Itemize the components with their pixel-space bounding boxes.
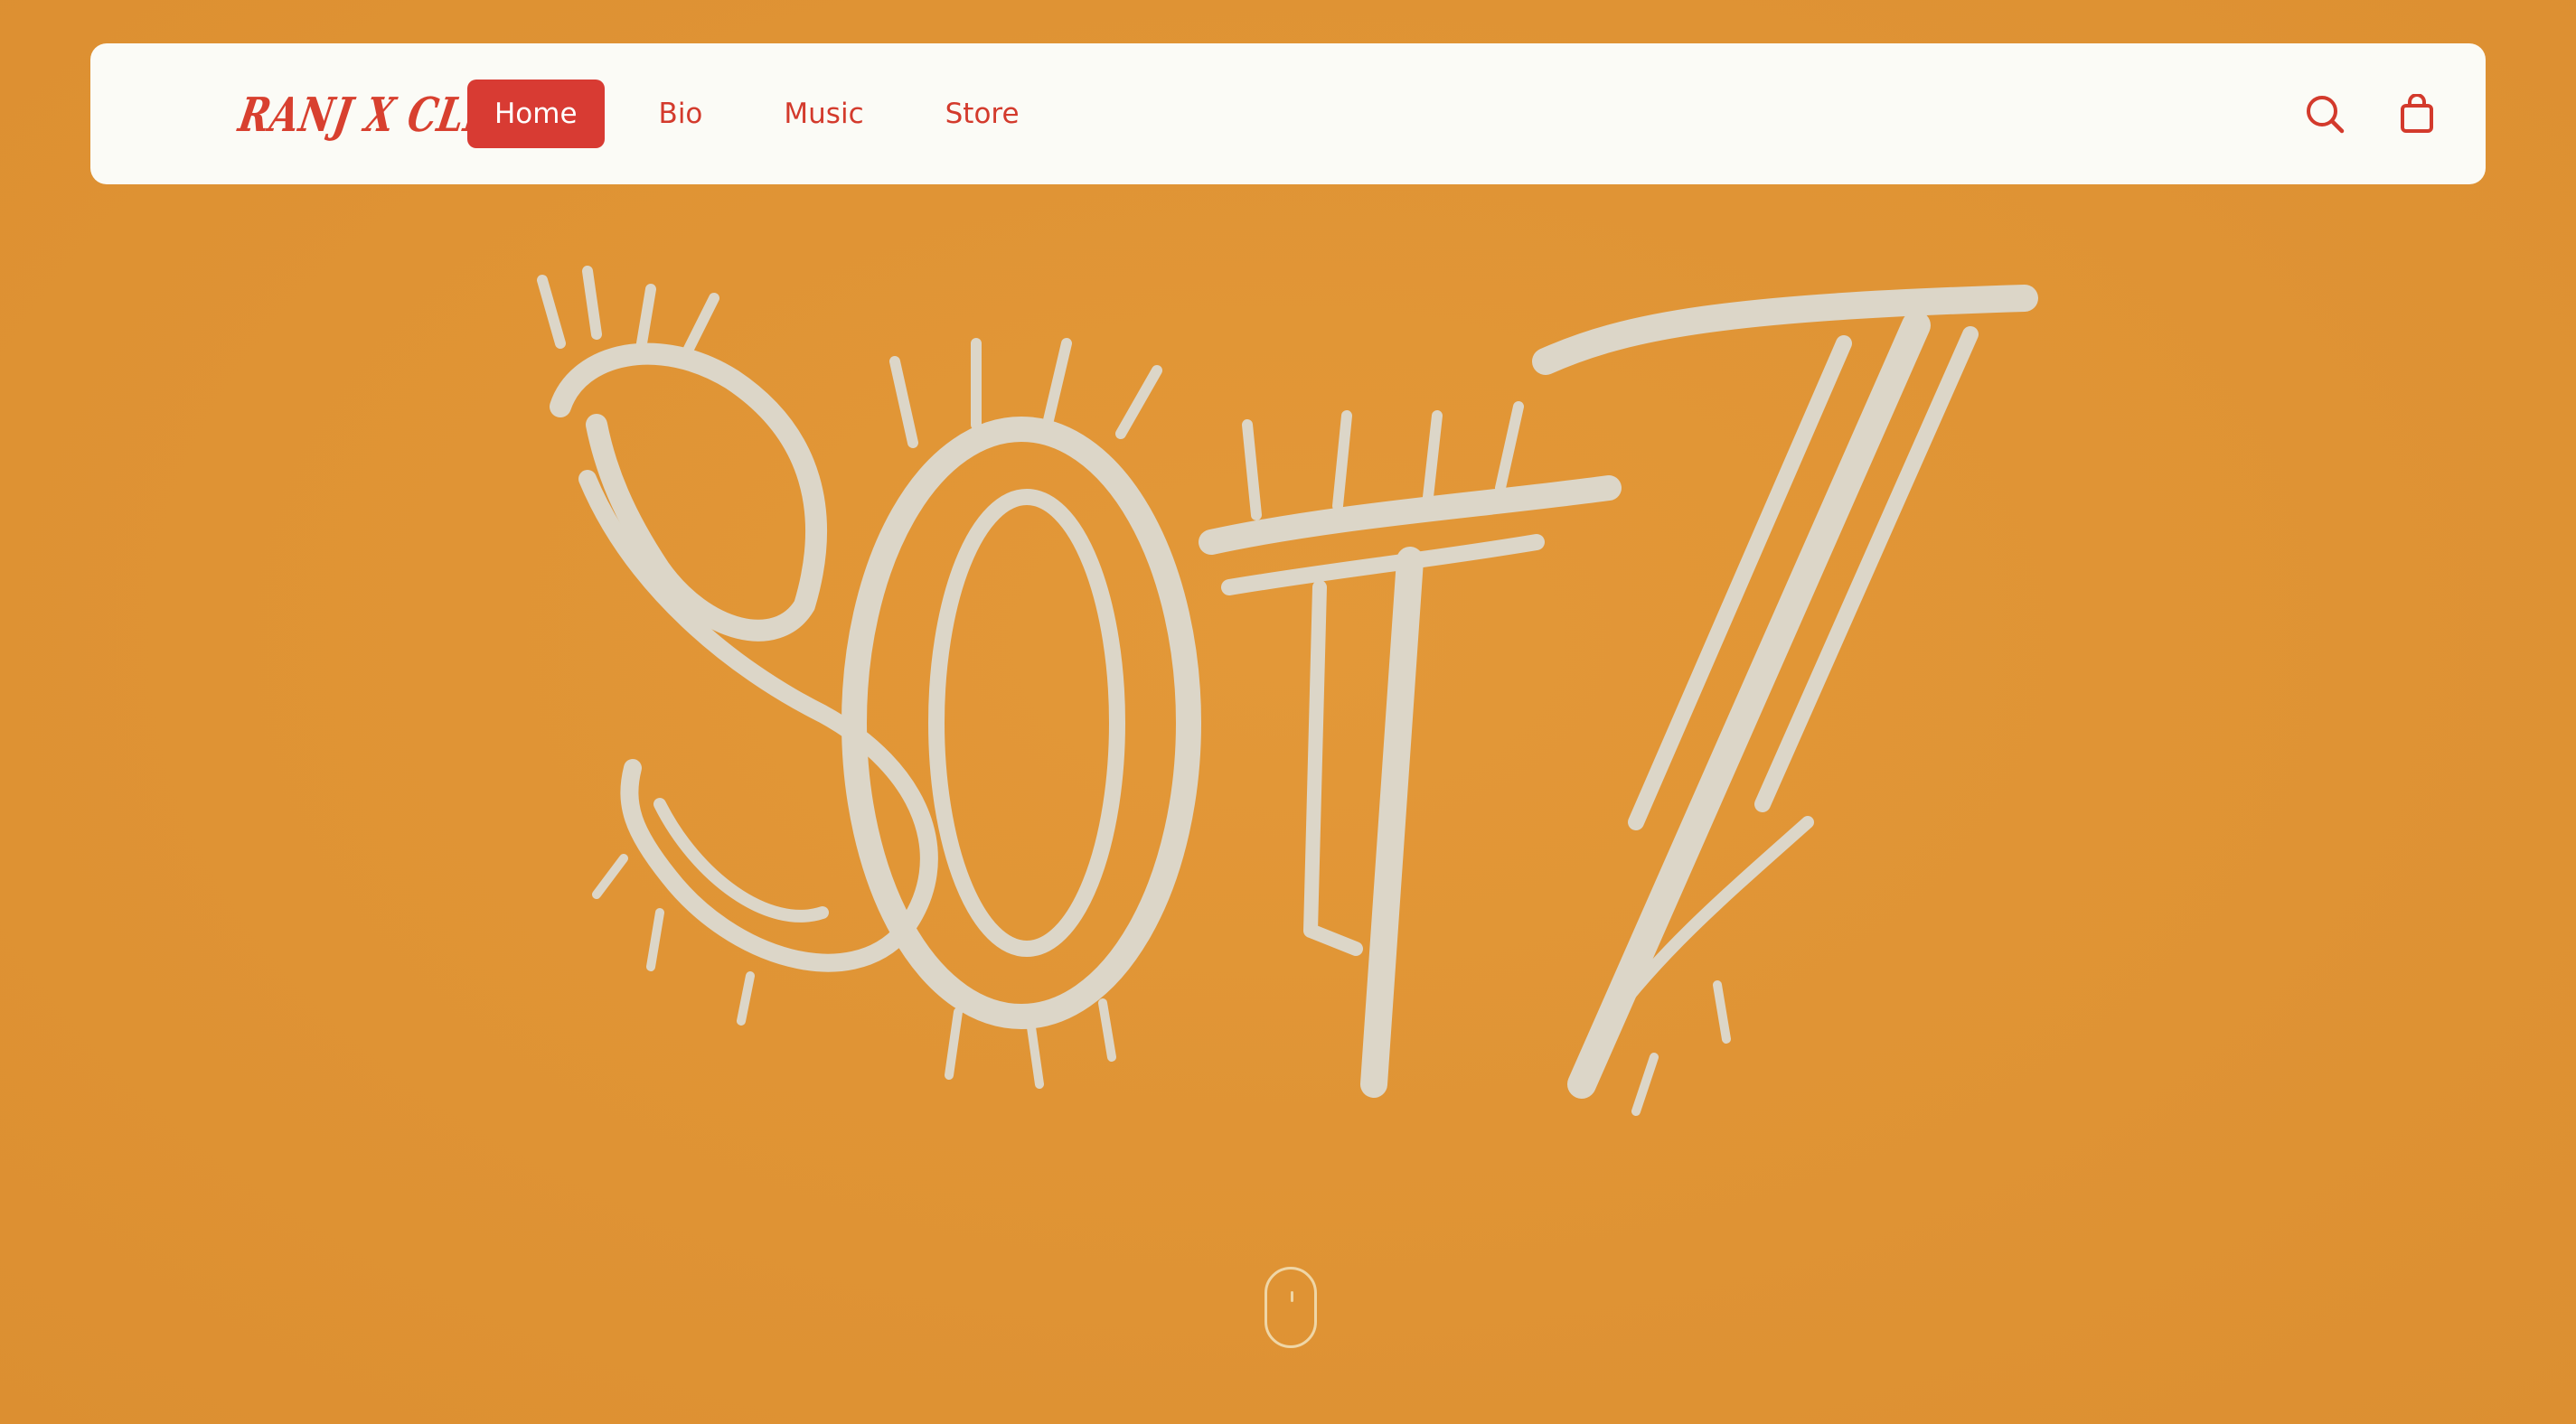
search-icon	[2307, 96, 2345, 134]
hero-artwork	[524, 244, 2052, 1184]
navbar: RANJ X CLIFR Home Bio Music Store	[90, 43, 2486, 184]
scroll-down-indicator[interactable]	[1264, 1267, 1317, 1348]
graffiti-letter-t-1	[1199, 401, 1622, 1098]
search-button[interactable]	[2299, 89, 2350, 139]
graffiti-letter-t-2	[1532, 285, 2038, 1116]
sott-graffiti-artwork	[537, 266, 2038, 1116]
cart-button[interactable]	[2392, 89, 2442, 139]
nav-item-home[interactable]: Home	[467, 80, 605, 148]
page: RANJ X CLIFR Home Bio Music Store	[0, 0, 2576, 1424]
mouse-scroll-icon	[1291, 1291, 1293, 1302]
brand-logo[interactable]: RANJ X CLIFR	[234, 87, 546, 145]
nav-item-music[interactable]: Music	[757, 80, 890, 148]
nav-item-store[interactable]: Store	[918, 80, 1047, 148]
main-nav: Home Bio Music Store	[467, 80, 1074, 148]
nav-actions	[2258, 89, 2442, 139]
graffiti-letter-o	[841, 338, 1201, 1089]
nav-item-bio[interactable]: Bio	[632, 80, 730, 148]
shopping-bag-icon	[2401, 94, 2433, 133]
